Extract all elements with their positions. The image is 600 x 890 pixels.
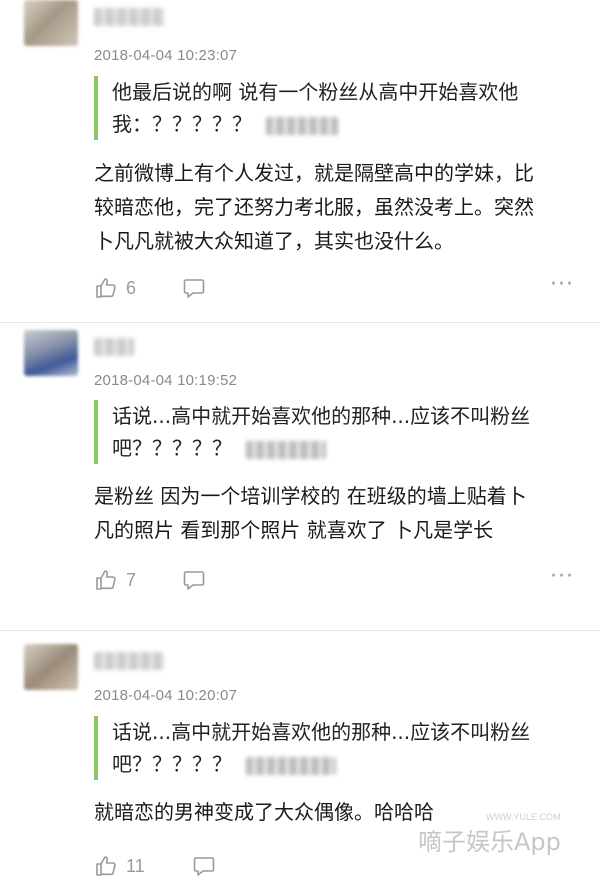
comment-text: 之前微博上有个人发过，就是隔壁高中的学妹，比 较暗恋他，完了还努力考北服，虽然没… <box>94 156 584 258</box>
like-count: 6 <box>126 277 137 298</box>
comment-line: 卜凡凡就被大众知道了，其实也没什么。 <box>94 229 454 253</box>
comment-timestamp: 2018-04-04 10:20:07 <box>94 687 238 704</box>
divider <box>0 322 600 323</box>
username-blurred[interactable] <box>94 652 164 670</box>
comment-actions: 7 ··· <box>94 566 574 596</box>
quote-line: 他最后说的啊 说有一个粉丝从高中开始喜欢他 <box>112 80 519 104</box>
quote-line: 话说...高中就开始喜欢他的那种...应该不叫粉丝 <box>112 404 531 428</box>
app-watermark: 嘀子娱乐App <box>418 828 561 856</box>
comment-line: 是粉丝 因为一个培训学校的 在班级的墙上贴着卜 <box>94 484 527 508</box>
thumbs-up-icon <box>96 278 116 298</box>
quote-line: 话说...高中就开始喜欢他的那种...应该不叫粉丝 <box>112 720 531 744</box>
username-blurred[interactable] <box>94 8 164 26</box>
comment-timestamp: 2018-04-04 10:19:52 <box>94 372 238 389</box>
avatar[interactable] <box>24 0 78 46</box>
comment-text: 是粉丝 因为一个培训学校的 在班级的墙上贴着卜 凡的照片 看到那个照片 就喜欢了… <box>94 479 584 547</box>
more-options-button[interactable]: ··· <box>550 566 574 588</box>
comment-timestamp: 2018-04-04 10:23:07 <box>94 47 238 64</box>
divider <box>0 630 600 631</box>
reply-bubble-icon[interactable] <box>192 855 216 877</box>
thumbs-up-icon <box>96 570 116 590</box>
quoted-comment: 他最后说的啊 说有一个粉丝从高中开始喜欢他 我：？？？？？ <box>94 76 582 140</box>
thumbs-up-icon <box>96 856 116 876</box>
like-button[interactable]: 7 <box>94 568 136 592</box>
like-count: 11 <box>126 855 145 876</box>
quoted-comment: 话说...高中就开始喜欢他的那种...应该不叫粉丝 吧？？？？？ <box>94 716 582 780</box>
reply-bubble-icon[interactable] <box>182 277 206 299</box>
quote-line: 吧？？？？？ <box>112 752 232 776</box>
avatar[interactable] <box>24 644 78 690</box>
comment-actions: 11 <box>94 852 234 882</box>
quoted-username-blurred <box>266 116 338 135</box>
reply-bubble-icon[interactable] <box>182 569 206 591</box>
comment-line: 凡的照片 看到那个照片 就喜欢了 卜凡是学长 <box>94 518 494 542</box>
like-button[interactable]: 6 <box>94 276 136 300</box>
like-count: 7 <box>126 569 137 590</box>
watermark-subtext: WWW.YULE.COM <box>486 812 561 822</box>
quoted-username-blurred <box>246 440 326 459</box>
comment-line: 较暗恋他，完了还努力考北服，虽然没考上。突然 <box>94 195 534 219</box>
like-button[interactable]: 11 <box>94 854 145 878</box>
quoted-username-blurred <box>246 756 336 775</box>
comment-actions: 6 ··· <box>94 274 574 304</box>
quote-line: 我：？？？？？ <box>112 112 252 136</box>
quote-line: 吧？？？？？ <box>112 436 232 460</box>
quoted-comment: 话说...高中就开始喜欢他的那种...应该不叫粉丝 吧？？？？？ <box>94 400 582 464</box>
comment-line: 之前微博上有个人发过，就是隔壁高中的学妹，比 <box>94 161 534 185</box>
username-blurred[interactable] <box>94 338 134 356</box>
more-options-button[interactable]: ··· <box>550 274 574 296</box>
avatar[interactable] <box>24 330 78 376</box>
